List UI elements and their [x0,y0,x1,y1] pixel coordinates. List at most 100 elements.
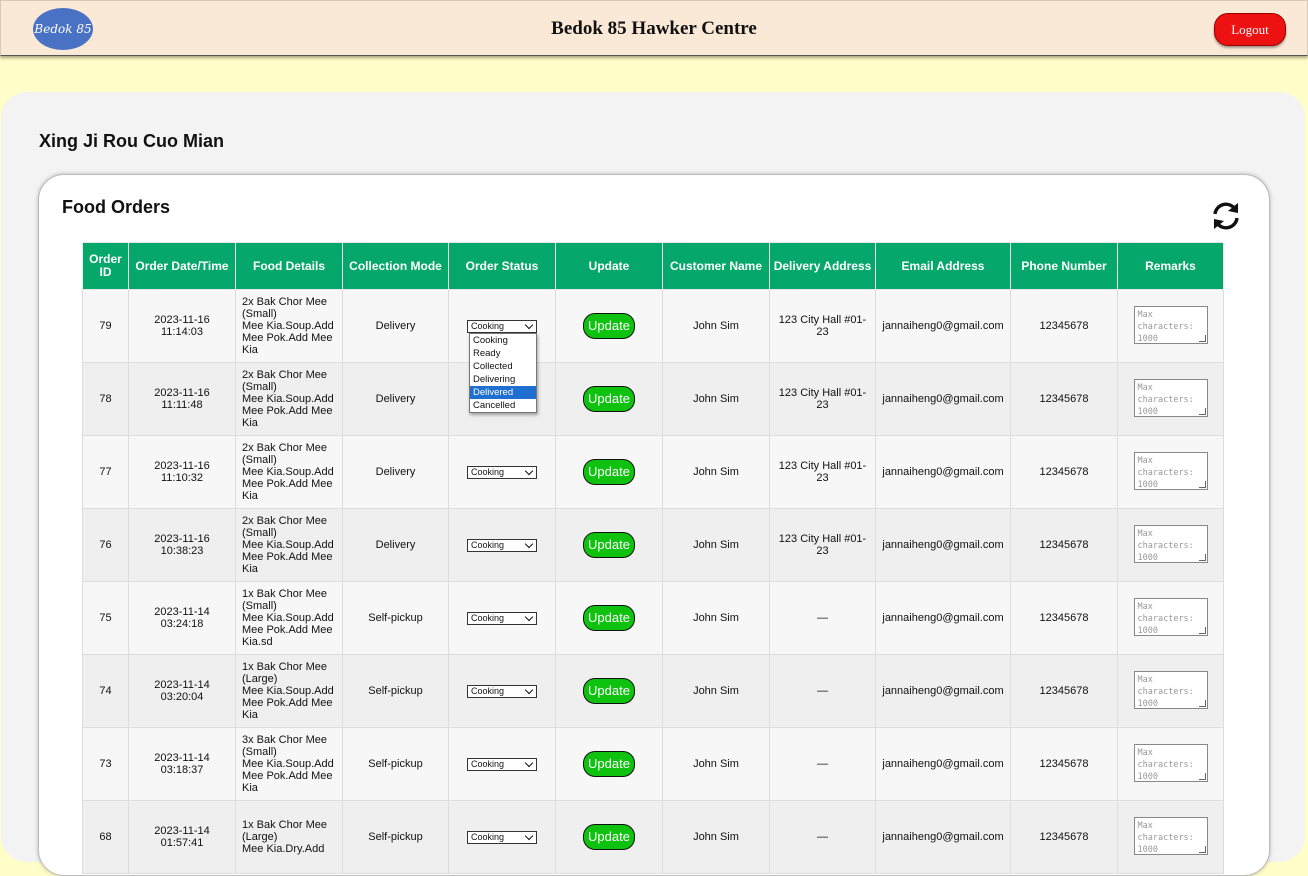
chevron-down-icon [524,685,534,694]
remarks-textarea[interactable]: Max characters: 1000 [1133,305,1208,344]
resize-grip-icon[interactable] [1198,699,1206,707]
status-option-ready[interactable]: Ready [470,347,536,360]
order-status-select[interactable]: Cooking [467,538,537,552]
remarks-textarea[interactable]: Max characters: 1000 [1133,597,1208,636]
refresh-icon[interactable] [1208,198,1244,234]
collection-mode-cell: Self-pickup [342,727,449,801]
remarks-textarea[interactable]: Max characters: 1000 [1133,378,1208,417]
order-status-select[interactable]: Cooking [467,611,537,625]
status-option-delivered[interactable]: Delivered [470,386,536,399]
update-button[interactable]: Update [583,751,635,777]
remarks-placeholder: Max characters: 1000 [1137,309,1194,344]
phone-number-cell: 12345678 [1010,727,1118,801]
customer-name-cell: John Sim [662,435,770,509]
food-detail-line: Mee Kia.Soup.Add Mee Pok.Add Mee Kia [242,685,334,721]
order-id-cell: 77 [82,435,129,509]
remarks-textarea[interactable]: Max characters: 1000 [1133,743,1208,782]
email-address-cell: jannaiheng0@gmail.com [875,362,1011,436]
order-status-select[interactable]: Cooking [467,319,537,333]
food-detail-line: Mee Kia.Soup.Add Mee Pok.Add Mee Kia [242,320,334,356]
update-button[interactable]: Update [583,605,635,631]
column-header: Collection Mode [342,242,449,290]
email-address-cell: jannaiheng0@gmail.com [875,581,1011,655]
email-address-cell: jannaiheng0@gmail.com [875,508,1011,582]
update-button[interactable]: Update [583,678,635,704]
food-detail-line: 2x Bak Chor Mee (Small) [242,296,327,320]
order-date: 2023-11-14 [154,606,210,618]
resize-grip-icon[interactable] [1198,334,1206,342]
order-date: 2023-11-14 [154,679,210,691]
status-option-collected[interactable]: Collected [470,360,536,373]
remarks-cell: Max characters: 1000 [1117,800,1224,874]
resize-grip-icon[interactable] [1198,553,1206,561]
remarks-cell: Max characters: 1000 [1117,435,1224,509]
remarks-textarea[interactable]: Max characters: 1000 [1133,670,1208,709]
order-status-select[interactable]: Cooking [467,465,537,479]
delivery-address-cell: 123 City Hall #01-23 [769,289,876,363]
order-status-select[interactable]: Cooking [467,684,537,698]
resize-grip-icon[interactable] [1198,480,1206,488]
resize-grip-icon[interactable] [1198,772,1206,780]
resize-grip-icon[interactable] [1198,407,1206,415]
order-status-dropdown-list[interactable]: Cooking Ready Collected Delivering Delivered… [469,333,537,413]
order-status-cell: Cooking [448,654,556,728]
order-status-select[interactable]: Cooking [467,757,537,771]
table-row: 78 2023-11-16 11:11:48 2x Bak Chor Mee (Sma… [82,362,1224,436]
update-cell: Update [555,581,663,655]
delivery-address-cell: — [769,654,876,728]
status-option-cooking[interactable]: Cooking [470,334,536,347]
remarks-textarea[interactable]: Max characters: 1000 [1133,524,1208,563]
order-time: 03:20:04 [160,691,204,703]
remarks-textarea[interactable]: Max characters: 1000 [1133,451,1208,490]
order-id-cell: 76 [82,508,129,582]
update-button[interactable]: Update [583,313,635,339]
remarks-textarea[interactable]: Max characters: 1000 [1133,816,1208,855]
order-datetime-cell: 2023-11-16 11:14:03 [128,289,236,363]
update-cell: Update [555,362,663,436]
order-datetime-cell: 2023-11-16 10:38:23 [128,508,236,582]
food-details-cell: 2x Bak Chor Mee (Small) Mee Kia.Soup.Add … [235,289,343,363]
collection-mode-cell: Self-pickup [342,800,449,874]
column-header: Food Details [235,242,343,290]
remarks-cell: Max characters: 1000 [1117,362,1224,436]
table-row: 73 2023-11-14 03:18:37 3x Bak Chor Mee (Sma… [82,727,1224,801]
order-status-value: Cooking [471,466,505,477]
update-button[interactable]: Update [583,824,635,850]
collection-mode-cell: Delivery [342,508,449,582]
order-status-select[interactable]: Cooking [467,830,537,844]
phone-number-cell: 12345678 [1010,508,1118,582]
table-header-row: Order ID Order Date/Time Food Details Colle… [82,242,1224,290]
remarks-placeholder: Max characters: 1000 [1137,528,1194,563]
status-option-cancelled[interactable]: Cancelled [470,399,536,412]
logout-button[interactable]: Logout [1214,13,1286,46]
food-detail-line: Mee Kia.Soup.Add Mee Pok.Add Mee Kia [242,466,334,502]
email-address-cell: jannaiheng0@gmail.com [875,800,1011,874]
remarks-placeholder: Max characters: 1000 [1137,674,1194,709]
order-date: 2023-11-14 [154,752,210,764]
update-button[interactable]: Update [583,459,635,485]
table-row: 74 2023-11-14 03:20:04 1x Bak Chor Mee (Lar… [82,654,1224,728]
order-status-cell: Cooking [448,508,556,582]
status-option-delivering[interactable]: Delivering [470,373,536,386]
food-details-cell: 1x Bak Chor Mee (Large) Mee Kia.Dry.Add [235,800,343,874]
resize-grip-icon[interactable] [1198,626,1206,634]
order-id-cell: 68 [82,800,129,874]
food-detail-line: 1x Bak Chor Mee (Large) [242,661,327,685]
order-id-cell: 74 [82,654,129,728]
food-detail-line: Mee Kia.Soup.Add Mee Pok.Add Mee Kia.sd [242,612,334,648]
table-row: 79 2023-11-16 11:14:03 2x Bak Chor Mee (Sma… [82,289,1224,363]
chevron-down-icon [524,612,534,621]
order-time: 01:57:41 [160,837,204,849]
order-status-value: Cooking [471,831,505,842]
order-status-cell: Cooking [448,581,556,655]
update-button[interactable]: Update [583,386,635,412]
remarks-cell: Max characters: 1000 [1117,654,1224,728]
delivery-address-cell: 123 City Hall #01-23 [769,508,876,582]
update-button[interactable]: Update [583,532,635,558]
column-header: Order Date/Time [128,242,236,290]
email-address-cell: jannaiheng0@gmail.com [875,727,1011,801]
remarks-placeholder: Max characters: 1000 [1137,601,1194,636]
order-status-value: Cooking [471,612,505,623]
resize-grip-icon[interactable] [1198,845,1206,853]
order-status-value: Cooking [471,539,505,550]
